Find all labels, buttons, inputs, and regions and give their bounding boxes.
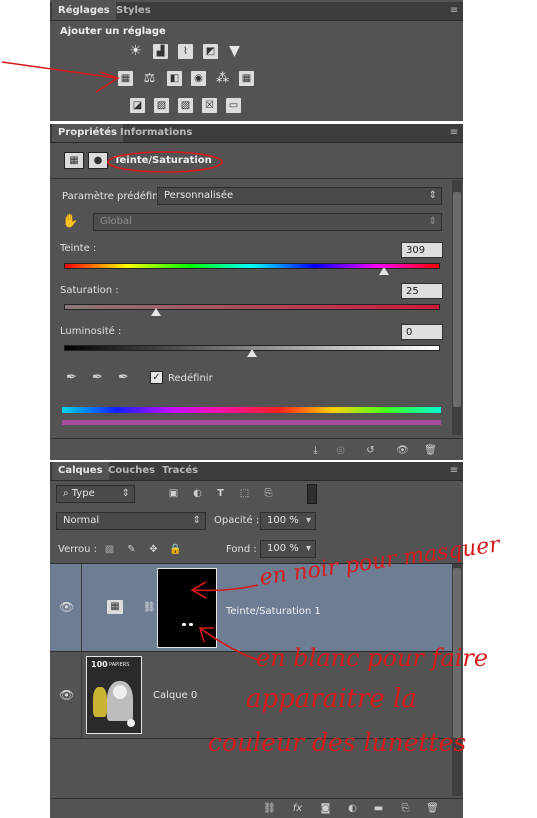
annotation-ellipse [107, 151, 223, 173]
annotation-note-white-line1: en blanc pour faire [256, 644, 489, 672]
annotation-note-white-line2: apparaitre la [246, 684, 417, 714]
annotation-arrow [199, 627, 259, 661]
annotation-arrow [191, 584, 259, 592]
annotation-arrow [1, 61, 117, 79]
annotation-note-white-line3: couleur des lunettes [208, 728, 467, 757]
